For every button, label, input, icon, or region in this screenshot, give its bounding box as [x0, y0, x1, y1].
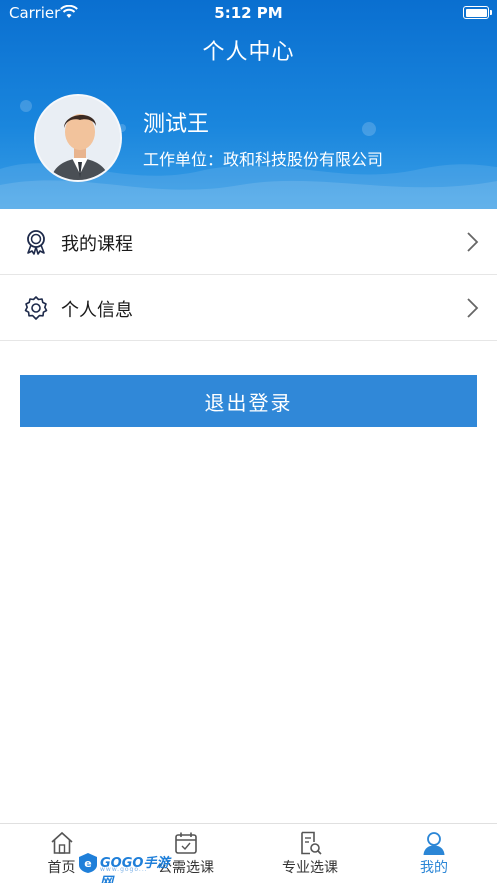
user-icon	[423, 832, 445, 855]
chevron-right-icon	[467, 298, 479, 318]
tab-bar: 首页 公需选课 专业选课 我的	[0, 823, 497, 883]
menu-item-label: 个人信息	[61, 300, 133, 321]
watermark-emblem-icon: e	[79, 853, 97, 873]
status-bar: Carrier 5:12 PM	[0, 0, 497, 26]
decor-bubble	[362, 122, 376, 136]
status-time: 5:12 PM	[214, 4, 283, 22]
decor-bubble	[20, 100, 32, 112]
avatar[interactable]	[34, 94, 122, 182]
watermark-subtext: www.gogo...	[100, 866, 148, 873]
org-value: 政和科技股份有限公司	[223, 150, 384, 169]
org-label: 工作单位：	[143, 150, 224, 169]
watermark-logo: e GOGO手游网 www.gogo...	[78, 852, 174, 883]
tab-label: 专业选课	[282, 860, 338, 876]
svg-text:e: e	[84, 857, 91, 870]
page-title: 个人中心	[202, 40, 295, 65]
chevron-right-icon	[467, 232, 479, 252]
user-organization: 工作单位：政和科技股份有限公司	[143, 146, 383, 170]
tab-mine[interactable]: 我的	[372, 830, 496, 877]
menu-item-personal-info[interactable]: 个人信息	[0, 275, 497, 341]
tab-professional-courses[interactable]: 专业选课	[248, 830, 372, 877]
menu-item-label: 我的课程	[61, 234, 133, 255]
logout-button[interactable]: 退出登录	[20, 375, 477, 427]
battery-icon	[463, 6, 492, 19]
user-name: 测试王	[143, 112, 210, 137]
menu-item-my-courses[interactable]: 我的课程	[0, 209, 497, 275]
user-avatar-illustration	[36, 96, 120, 180]
home-icon	[51, 831, 73, 854]
gear-icon	[24, 296, 48, 320]
document-search-icon	[301, 831, 322, 855]
award-ribbon-icon	[27, 230, 45, 255]
settings-menu: 我的课程 个人信息	[0, 209, 497, 341]
tab-label: 我的	[420, 860, 448, 876]
calendar-icon	[175, 832, 197, 854]
